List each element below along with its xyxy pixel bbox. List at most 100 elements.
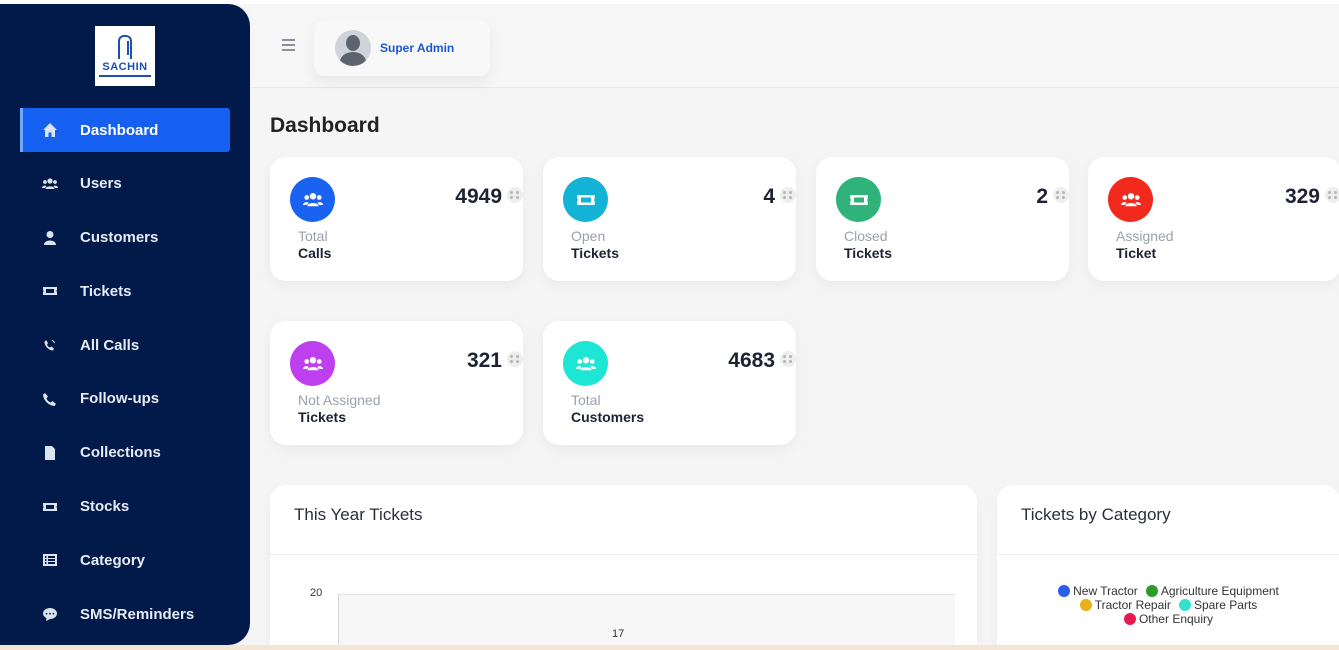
home-icon [20,122,80,138]
sidebar-item-collections[interactable]: Collections [20,431,230,475]
sidebar-item-label: Tickets [80,282,132,300]
bar-data-label: 17 [612,628,625,640]
stat-card[interactable]: 4683 Total Customers [543,321,796,445]
drag-handle-icon[interactable] [1053,187,1069,203]
stat-card[interactable]: 2 Closed Tickets [816,157,1069,281]
legend-swatch [1178,599,1191,611]
sidebar-item-sms-reminders[interactable]: SMS/Reminders [20,592,230,636]
ticket-icon [20,499,80,515]
users-icon [290,177,335,222]
legend-item[interactable]: Spare Parts [1178,598,1258,612]
sidebar-item-label: Category [80,551,146,569]
sidebar-item-users[interactable]: Users [20,162,230,206]
drag-handle-icon[interactable] [507,187,523,203]
legend-swatch [1123,613,1136,625]
stat-value: 4 [763,185,775,208]
sidebar-item-customers[interactable]: Customers [20,216,230,260]
legend-item[interactable]: Other Enquiry [1123,612,1214,626]
user-icon [20,230,80,246]
sidebar-item-follow-ups[interactable]: Follow-ups [20,377,230,421]
stat-sublabel: Not Assigned [298,392,381,408]
drag-handle-icon[interactable] [780,351,796,367]
pie-legend: New Tractor Agriculture Equipment Tractor … [997,584,1339,626]
sidebar-item-label: All Calls [80,336,140,354]
stat-card[interactable]: 321 Not Assigned Tickets [270,321,523,445]
sms-icon [20,606,80,622]
panel-divider [270,554,977,555]
sidebar-item-label: Dashboard [80,121,159,139]
legend-row: Tractor Repair Spare Parts [997,598,1339,612]
stat-label: Tickets [298,409,346,425]
top-header: Super Admin [250,4,1339,88]
stat-card[interactable]: 4949 Total Calls [270,157,523,281]
legend-item[interactable]: Agriculture Equipment [1145,584,1279,598]
stat-sublabel: Closed [844,228,888,244]
drag-handle-icon[interactable] [507,351,523,367]
file-icon [20,445,80,461]
user-name: Super Admin [380,41,455,55]
stat-value: 4949 [455,185,502,208]
logo-text: SACHIN [102,61,148,73]
avatar [335,30,371,66]
stat-label: Tickets [844,245,892,261]
sidebar-item-label: Users [80,175,122,193]
stat-label: Ticket [1116,245,1157,261]
ticket-icon [563,177,608,222]
drag-handle-icon[interactable] [780,187,796,203]
legend-item[interactable]: Tractor Repair [1079,598,1171,612]
users-icon [20,176,80,192]
ticket-icon [836,177,881,222]
legend-row: Other Enquiry [997,612,1339,626]
bar-chart-plot-area [338,594,955,645]
stat-sublabel: Assigned [1116,228,1174,244]
panel-divider [997,554,1339,555]
legend-label: Spare Parts [1193,598,1258,612]
sidebar-item-tickets[interactable]: Tickets [20,269,230,313]
legend-label: Tractor Repair [1094,598,1171,612]
legend-swatch [1079,599,1092,611]
sidebar-item-label: SMS/Reminders [80,605,195,623]
users-icon [563,341,608,386]
legend-label: Agriculture Equipment [1160,584,1279,598]
stat-value: 321 [466,349,502,372]
phone-icon [20,391,80,407]
legend-swatch [1145,585,1158,597]
sidebar-item-category[interactable]: Category [20,538,230,582]
stat-sublabel: Open [571,228,606,244]
legend-label: Other Enquiry [1138,612,1214,626]
stat-card[interactable]: 4 Open Tickets [543,157,796,281]
user-menu[interactable]: Super Admin [314,20,490,76]
sidebar-item-label: Stocks [80,498,130,516]
logo-underline [99,75,151,77]
users-icon [1108,177,1153,222]
brand-logo[interactable]: SACHIN [95,26,155,86]
panel-title: Tickets by Category [1021,505,1171,524]
legend-item[interactable]: New Tractor [1058,584,1138,598]
users-icon [290,341,335,386]
bottom-strip [0,645,1339,650]
panel-title: This Year Tickets [294,505,423,524]
logo-mark-icon [118,35,132,59]
list-icon [20,552,80,568]
stat-value: 4683 [728,349,775,372]
sidebar-item-label: Collections [80,444,161,462]
stat-value: 329 [1284,185,1320,208]
sidebar-item-stocks[interactable]: Stocks [20,485,230,529]
stat-label: Customers [571,409,645,425]
stat-card[interactable]: 329 Assigned Ticket [1088,157,1339,281]
drag-handle-icon[interactable] [1325,187,1339,203]
page-title: Dashboard [270,114,380,137]
phone-volume-icon [20,337,80,353]
sidebar-item-all-calls[interactable]: All Calls [20,323,230,367]
ticket-icon [20,283,80,299]
legend-label: New Tractor [1073,584,1138,598]
stat-label: Calls [298,245,332,261]
sidebar-item-label: Customers [80,229,159,247]
sidebar: SACHIN Dashboard Users Customers Tickets… [0,4,250,645]
stat-value: 2 [1036,185,1048,208]
stat-sublabel: Total [298,228,328,244]
stat-sublabel: Total [571,392,601,408]
sidebar-item-label: Follow-ups [80,390,160,408]
sidebar-item-dashboard[interactable]: Dashboard [20,108,230,152]
menu-toggle-icon[interactable] [282,39,295,51]
